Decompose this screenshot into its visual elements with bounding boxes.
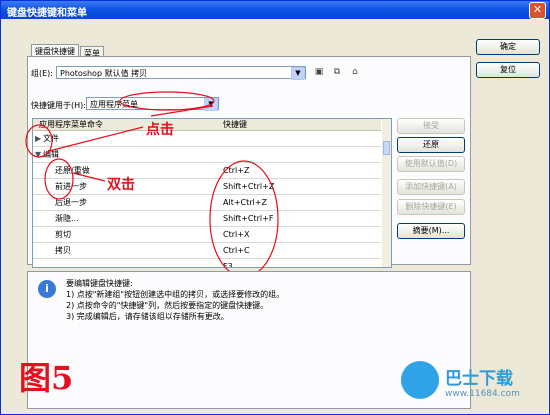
summarize-button[interactable]: 摘要(M)... [397,223,465,239]
double-click-annotation: 双击 [107,177,135,193]
info-line: 3) 完成编辑后，请存储该组以存储所有更改。 [66,312,229,321]
shortcut-circle [209,160,279,278]
dialog-window: 键盘快捷键和菜单 ✕ 确定 复位 键盘快捷键 菜单 组(E): Photosho… [0,0,550,415]
watermark-logo [401,361,439,399]
double-click-arrow [72,172,106,182]
undo-circle [44,158,74,200]
undo-button[interactable]: 还原 [397,137,465,153]
info-text: 要编辑键盘快捷键: 1) 点按"新建组"按钮创建选中组的拷贝，或选择要修改的组。… [66,278,284,322]
accept-button[interactable]: 接受 [397,118,465,134]
info-line: 1) 点按"新建组"按钮创建选中组的拷贝，或选择要修改的组。 [66,290,285,299]
info-icon: i [38,280,56,298]
figure-label: 图5 [19,359,74,397]
click-arrow [48,126,144,152]
click-arrow [150,105,214,117]
add-shortcut-button[interactable]: 添加快捷键(A) [397,179,465,195]
use-default-button[interactable]: 使用默认值(D) [397,156,465,172]
combo-circle [119,91,215,111]
info-line: 要编辑键盘快捷键: [66,279,133,288]
file-circle [25,124,53,158]
watermark-url: www.11684.com [445,389,520,399]
info-line: 2) 点按命令的"快捷键"列，然后按要指定的键盘快捷键。 [66,301,269,310]
watermark-brand: 巴士下载 [445,369,513,389]
delete-shortcut-button[interactable]: 删除快捷键(E) [397,199,465,215]
click-annotation: 点击 [146,122,174,138]
